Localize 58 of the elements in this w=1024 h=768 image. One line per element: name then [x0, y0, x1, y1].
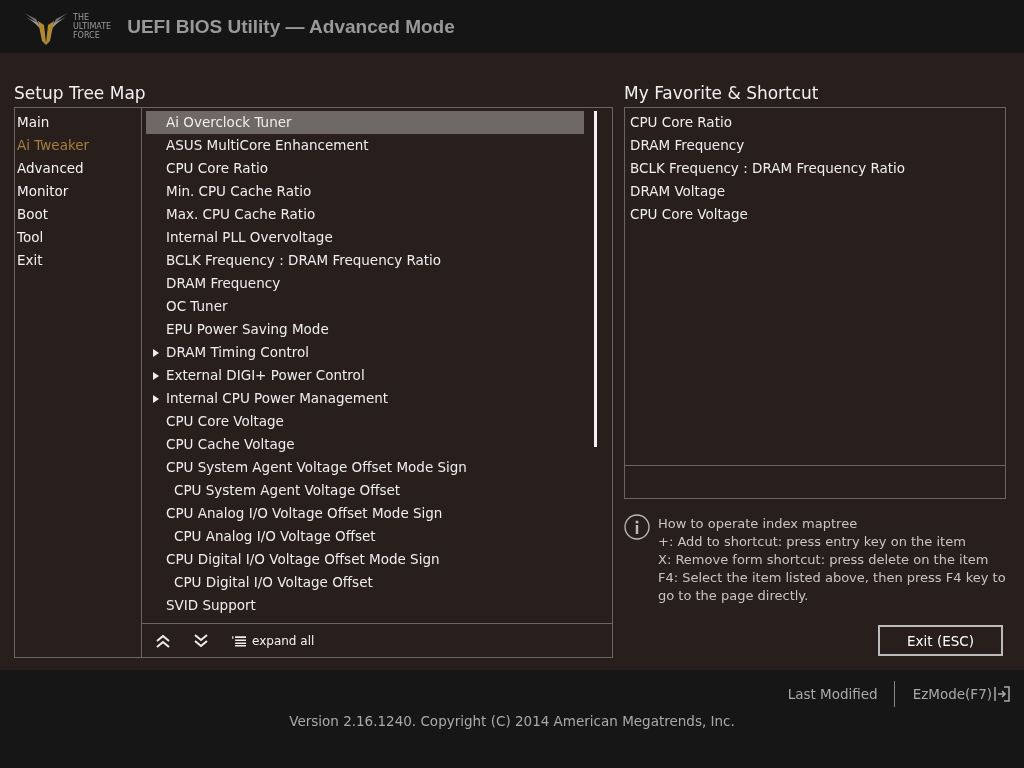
- tree-item[interactable]: CPU Cache Voltage: [146, 433, 584, 456]
- shortcut-item[interactable]: BCLK Frequency : DRAM Frequency Ratio: [630, 157, 1005, 180]
- nav-item[interactable]: Boot: [15, 203, 141, 226]
- shortcut-item[interactable]: CPU Core Ratio: [630, 111, 1005, 134]
- nav-item[interactable]: Advanced: [15, 157, 141, 180]
- tree-item[interactable]: DRAM Frequency: [146, 272, 584, 295]
- tree-item[interactable]: BCLK Frequency : DRAM Frequency Ratio: [146, 249, 584, 272]
- list-icon: [232, 633, 246, 648]
- tree-item[interactable]: EPU Power Saving Mode: [146, 318, 584, 341]
- double-chevron-up-icon[interactable]: [156, 633, 170, 648]
- tree-item[interactable]: Ai Overclock Tuner: [146, 111, 584, 134]
- nav-item[interactable]: Monitor: [15, 180, 141, 203]
- logo-text: ULTIMATE: [73, 22, 112, 31]
- nav-item[interactable]: Main: [15, 111, 141, 134]
- nav-item[interactable]: Exit: [15, 249, 141, 272]
- tree-item[interactable]: CPU System Agent Voltage Offset: [146, 479, 584, 502]
- help-text: F4: Select the item listed above, then press F4 key to go to the page directly.: [658, 569, 1006, 605]
- tree-item[interactable]: DRAM Timing Control: [146, 341, 584, 364]
- expand-all-button[interactable]: expand all: [232, 633, 315, 648]
- copyright-text: Version 2.16.1240. Copyright (C) 2014 American Megatrends, Inc.: [288, 713, 736, 729]
- tree-item[interactable]: CPU Core Ratio: [146, 157, 584, 180]
- shortcut-item[interactable]: CPU Core Voltage: [630, 203, 1005, 226]
- last-modified-link[interactable]: Last Modified: [787, 686, 878, 702]
- tree-item[interactable]: CPU Analog I/O Voltage Offset Mode Sign: [146, 502, 584, 525]
- double-chevron-down-icon[interactable]: [194, 633, 208, 648]
- tree-item[interactable]: CPU Digital I/O Voltage Offset: [146, 571, 584, 594]
- tree-item[interactable]: CPU Analog I/O Voltage Offset: [146, 525, 584, 548]
- scrollbar[interactable]: [594, 111, 597, 447]
- logo-text: FORCE: [73, 31, 101, 40]
- help-text: X: Remove form shortcut: press delete on the item: [658, 551, 990, 569]
- tree-item[interactable]: CPU Core Voltage: [146, 410, 584, 433]
- tree-item[interactable]: External DIGI+ Power Control: [146, 364, 584, 387]
- tree-item[interactable]: SVID Support: [146, 594, 584, 617]
- nav-item[interactable]: Tool: [15, 226, 141, 249]
- shortcut-item[interactable]: DRAM Frequency: [630, 134, 1005, 157]
- nav-item[interactable]: Ai Tweaker: [15, 134, 141, 157]
- tree-item[interactable]: CPU Digital I/O Voltage Offset Mode Sign: [146, 548, 584, 571]
- tree-item[interactable]: Min. CPU Cache Ratio: [146, 180, 584, 203]
- triangle-icon: [152, 371, 160, 380]
- shortcut-item[interactable]: DRAM Voltage: [630, 180, 1005, 203]
- logo-text: THE: [73, 13, 90, 22]
- section-title: Setup Tree Map: [14, 83, 147, 103]
- tree-item[interactable]: OC Tuner: [146, 295, 584, 318]
- tree-item[interactable]: Max. CPU Cache Ratio: [146, 203, 584, 226]
- tree-item[interactable]: CPU System Agent Voltage Offset Mode Sign: [146, 456, 584, 479]
- tree-item[interactable]: Internal PLL Overvoltage: [146, 226, 584, 249]
- window-title: UEFI BIOS Utility — Advanced Mode: [127, 15, 455, 38]
- exit-arrow-icon: [994, 686, 1010, 702]
- help-text: +: Add to shortcut: press entry key on the item: [658, 533, 967, 551]
- exit-button[interactable]: Exit (ESC): [878, 625, 1003, 656]
- triangle-icon: [152, 394, 160, 403]
- section-title: My Favorite & Shortcut: [624, 83, 820, 103]
- tree-item[interactable]: ASUS MultiCore Enhancement: [146, 134, 584, 157]
- ez-mode-button[interactable]: EzMode(F7): [912, 686, 1010, 702]
- help-text: How to operate index maptree: [658, 515, 859, 533]
- triangle-icon: [152, 348, 160, 357]
- tree-item[interactable]: Internal CPU Power Management: [146, 387, 584, 410]
- info-icon: [624, 514, 650, 540]
